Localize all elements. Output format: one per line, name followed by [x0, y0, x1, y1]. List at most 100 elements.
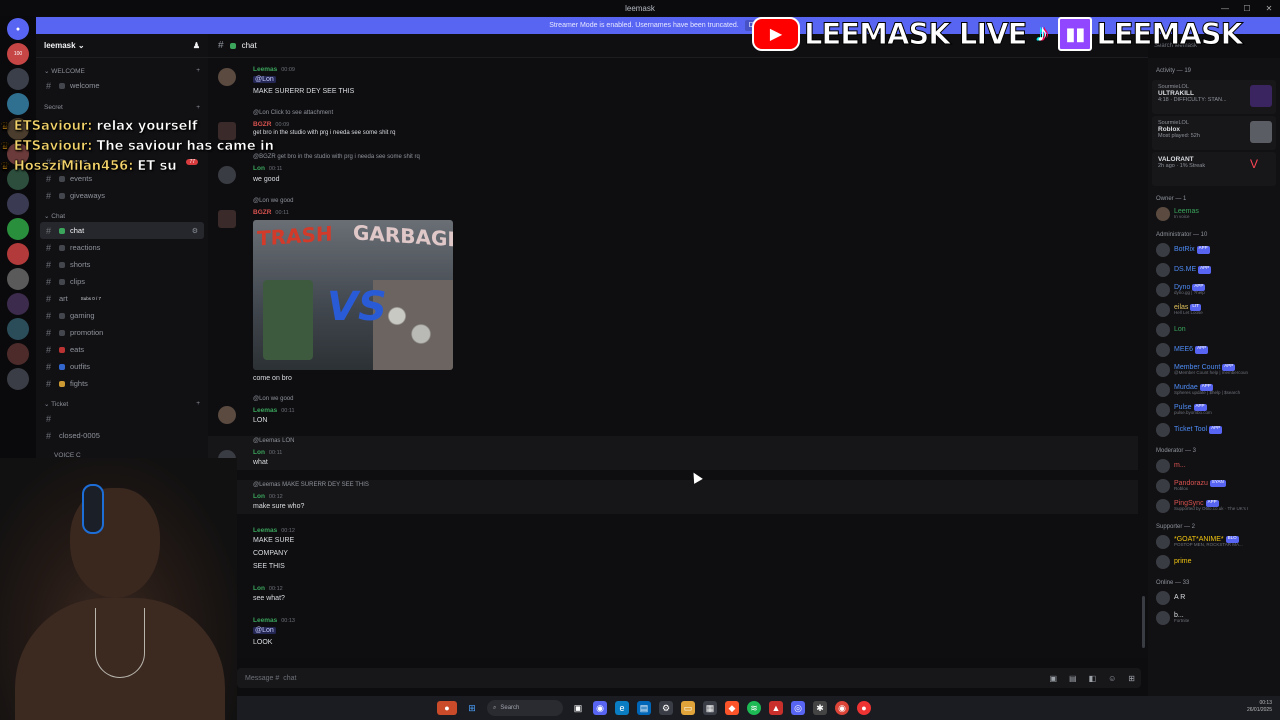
member-item[interactable]: prime [1148, 552, 1280, 572]
server-icon[interactable] [7, 68, 29, 90]
member-item[interactable]: b... Fortnite [1148, 608, 1280, 628]
reply-preview[interactable]: @Lon we good [253, 396, 293, 402]
channel-promotion[interactable]: # promotion [40, 324, 204, 341]
message[interactable]: @Lon Click to see attachment BGZR 00:09 g… [216, 108, 1136, 142]
channel-ticket-placeholder[interactable]: # [40, 410, 204, 427]
reply-preview[interactable]: @Leemas LON [253, 438, 294, 444]
channel-shorts[interactable]: # shorts [40, 256, 204, 273]
message-author[interactable]: BGZR 00:11 [253, 209, 289, 216]
app-icon[interactable]: ▦ [703, 701, 717, 715]
emoji-icon[interactable]: ☺ [1108, 674, 1116, 683]
file-explorer-icon[interactable]: ▭ [681, 701, 695, 715]
member-owner[interactable]: Leemas In voice [1148, 204, 1280, 224]
member-item[interactable]: m... [1148, 456, 1280, 476]
avatar[interactable] [218, 210, 236, 228]
server-icon[interactable] [7, 193, 29, 215]
store-icon[interactable]: ▤ [637, 701, 651, 715]
member-item[interactable]: BotRix APP [1148, 240, 1280, 260]
add-channel-icon[interactable]: + [196, 104, 200, 111]
channel-welcome[interactable]: # welcome [40, 77, 204, 94]
server-icon[interactable] [7, 218, 29, 240]
reply-preview[interactable]: @Lon we good [253, 198, 293, 204]
channel-gaming[interactable]: # gaming [40, 307, 204, 324]
message[interactable]: @BGZR get bro in the studio with prg i n… [216, 152, 1136, 188]
member-item[interactable]: Pulse APP pulse.byombo.com [1148, 400, 1280, 420]
message-author[interactable]: Lon 00:11 [253, 449, 282, 456]
member-item[interactable]: Pandorazu SYAN Roblox [1148, 476, 1280, 496]
activity-card[interactable]: SourmieLOL ULTRAKILL 4:18 · DIFFICULTY: … [1152, 80, 1276, 114]
server-icon[interactable] [7, 368, 29, 390]
message-author[interactable]: Leemas 00:11 [253, 407, 295, 414]
channel-art[interactable]: # art Subs 0 / 7 [40, 290, 204, 307]
channel-reactions[interactable]: # reactions [40, 239, 204, 256]
reply-preview[interactable]: @Lon Click to see attachment [253, 110, 333, 116]
message[interactable]: @Leemas LON Lon 00:11 what [216, 438, 1136, 472]
member-item[interactable]: Member Count APP @Member Count help | memb… [1148, 360, 1280, 380]
member-item[interactable]: Ticket Tool APP [1148, 420, 1280, 440]
channel-eats[interactable]: # eats [40, 341, 204, 358]
server-icon[interactable] [7, 318, 29, 340]
gif-attachment[interactable]: TRASH GARBAGE VS [253, 220, 453, 370]
message-author[interactable]: Leemas 00:13 [253, 617, 295, 624]
taskbar-clock[interactable]: 00:13 26/01/2025 [1247, 700, 1272, 713]
message[interactable]: Leemas 00:09 @Lon MAKE SURERR DEY SEE THI… [216, 64, 1136, 104]
message[interactable]: @Lon we good BGZR 00:11 TRASH GARBAGE VS … [216, 196, 1136, 386]
message-author[interactable]: Lon 00:12 [253, 493, 283, 500]
server-icon[interactable] [7, 93, 29, 115]
message-mention[interactable]: @Lon [253, 76, 276, 83]
app-icon[interactable]: ▲ [769, 701, 783, 715]
server-icon[interactable] [7, 343, 29, 365]
discord-home-icon[interactable]: ● [7, 18, 29, 40]
message[interactable]: Leemas 00:13 @Lon LOOK [216, 616, 1136, 652]
chat-scrollbar[interactable] [1142, 596, 1145, 648]
server-icon[interactable] [7, 268, 29, 290]
reply-preview[interactable]: @Leemas MAKE SURERR DEY SEE THIS [253, 482, 369, 488]
add-channel-icon[interactable]: + [196, 400, 200, 408]
settings-icon[interactable]: ⚙ [659, 701, 673, 715]
category-welcome[interactable]: ⌄ WELCOME + [36, 63, 208, 77]
chrome-icon[interactable]: ◉ [835, 701, 849, 715]
edge-icon[interactable]: e [615, 701, 629, 715]
activity-card[interactable]: VALORANT 2h ago · 1% Streak V [1152, 152, 1276, 186]
member-item[interactable]: eilas LIT Hell Let Loose [1148, 300, 1280, 320]
channel-closed[interactable]: # closed-0005 [40, 427, 204, 444]
avatar[interactable] [218, 68, 236, 86]
app-icon[interactable]: ◎ [791, 701, 805, 715]
invite-icon[interactable]: ♟ [193, 41, 200, 50]
member-item[interactable]: *GOAT*ANIME* BLO POSTOP MEN, ROCKSTAR MA..… [1148, 532, 1280, 552]
channel-chat[interactable]: # chat ⚙ [40, 222, 204, 239]
message-author[interactable]: Leemas 00:12 [253, 527, 295, 534]
message-mention[interactable]: @Lon [253, 627, 276, 634]
gift-icon[interactable]: ▣ [1049, 674, 1057, 683]
channel-fights[interactable]: # fights [40, 375, 204, 392]
settings-gear-icon[interactable]: ⚙ [192, 227, 198, 235]
reply-preview[interactable]: @BGZR get bro in the studio with prg i n… [253, 154, 420, 160]
channel-outfits[interactable]: # outfits [40, 358, 204, 375]
message-author[interactable]: Lon 00:11 [253, 165, 282, 172]
channel-clips[interactable]: # clips [40, 273, 204, 290]
message[interactable]: @Lon we good Leemas 00:11 LON [216, 394, 1136, 430]
task-view-icon[interactable]: ▣ [571, 701, 585, 715]
server-icon[interactable] [7, 243, 29, 265]
gif-icon[interactable]: ▤ [1069, 674, 1077, 683]
member-item[interactable]: Dyno APP dyno.gg | ?help [1148, 280, 1280, 300]
discord-app-icon[interactable]: ◉ [593, 701, 607, 715]
message-input[interactable]: Message # chat ▣ ▤ ◧ ☺ ⊞ [237, 668, 1141, 688]
obs-icon[interactable]: ● [857, 701, 871, 715]
add-channel-icon[interactable]: + [196, 67, 200, 75]
server-icon[interactable] [7, 293, 29, 315]
message[interactable]: Leemas 00:12 MAKE SURE COMPANY SEE THIS [216, 526, 1136, 572]
app-icon[interactable]: ✱ [813, 701, 827, 715]
weather-widget-icon[interactable]: ● [437, 701, 457, 715]
taskbar-search[interactable]: ⌕ Search [487, 700, 563, 716]
avatar[interactable] [218, 406, 236, 424]
member-item[interactable]: DS.ME APP [1148, 260, 1280, 280]
apps-icon[interactable]: ⊞ [1128, 674, 1135, 683]
server-icon[interactable]: 100 [7, 43, 29, 65]
channel-giveaways[interactable]: # giveaways [40, 187, 204, 204]
member-item[interactable]: A R [1148, 588, 1280, 608]
brave-icon[interactable]: ◆ [725, 701, 739, 715]
activity-card[interactable]: SourmieLOL Roblox Most played: 52h [1152, 116, 1276, 150]
message[interactable]: @Leemas MAKE SURERR DEY SEE THIS Lon 00:1… [216, 482, 1136, 516]
member-item[interactable]: Murdae APP Spheres update | $help | $searc… [1148, 380, 1280, 400]
